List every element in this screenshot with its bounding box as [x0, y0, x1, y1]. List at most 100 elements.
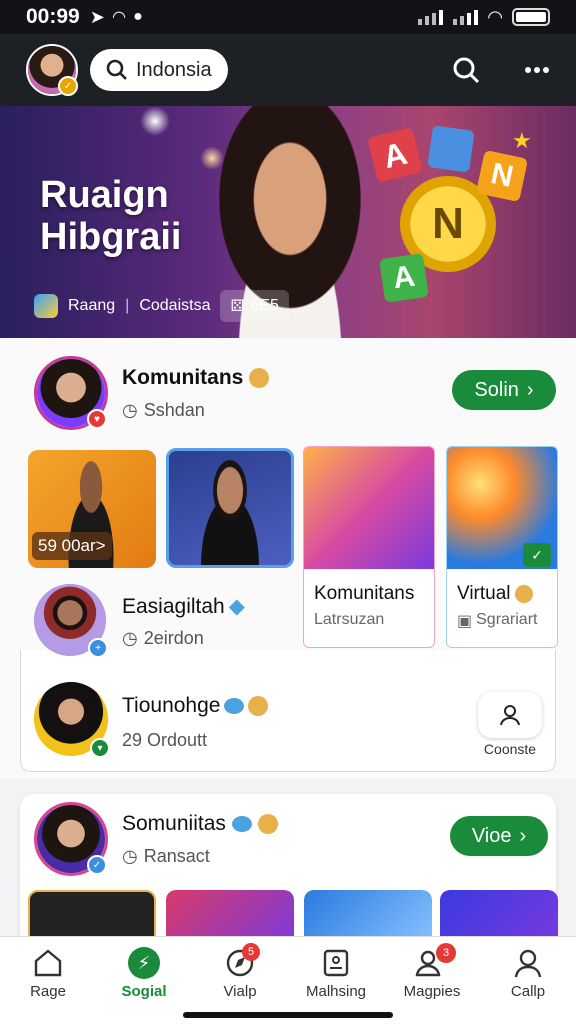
nav-social[interactable]: ⚡ Sogial [96, 937, 192, 1024]
join-button[interactable]: Solin › [452, 370, 556, 410]
separator: | [125, 297, 130, 314]
nav-profile[interactable]: Callp [480, 937, 576, 1024]
tile-image [304, 447, 434, 569]
wifi-icon-right: ◠ [488, 6, 502, 27]
status-bar: 00:99 ➤ ◠ ● ◠ [0, 0, 576, 34]
tile-subtitle: Latrsuzan [314, 611, 385, 628]
letter-block-n: N [475, 149, 529, 203]
price-tag: 59 00ar> [32, 532, 112, 560]
nav-label: Rage [30, 983, 66, 1000]
clock-icon: ◷ [122, 400, 138, 420]
hero-banner[interactable]: N A N A ★ Ruaign Hibgraii Raang | Codais… [0, 106, 576, 338]
heart-badge-icon: ♥ [87, 409, 107, 429]
member-title-row-1: Easiagiltah ◆ [122, 594, 245, 619]
cookie-emoji-icon [249, 368, 270, 388]
community-title-row: Komunitans [122, 366, 270, 390]
thumb-person [185, 459, 275, 565]
message-box-icon [323, 949, 349, 977]
connect-label: Coonste [483, 741, 537, 757]
signal-icon [418, 9, 444, 25]
nav-badge: 5 [242, 943, 260, 961]
cookie-emoji-icon [248, 696, 269, 716]
nav-magpies[interactable]: 3 Magpies [384, 937, 480, 1024]
location-search-pill[interactable]: Indonsia [90, 49, 228, 91]
social-icon: ⚡ [128, 947, 160, 979]
battery-icon [512, 8, 550, 26]
speech-emoji-icon [231, 816, 252, 832]
search-pill-label: Indonsia [136, 58, 212, 81]
search-icon [106, 59, 127, 80]
letter-block-a2: A [379, 253, 429, 303]
tile-subtitle: Sgrariart [476, 611, 538, 628]
video-thumb-2[interactable] [166, 448, 294, 568]
location-arrow-icon: ➤ [89, 6, 105, 27]
community-subtitle-row: ◷ Sshdan [122, 400, 205, 421]
member-name-2: Tiounohge [122, 694, 221, 717]
community-subtitle-2: Ransact [143, 846, 210, 866]
hero-chip-1: Raang [68, 297, 116, 314]
nav-label: Vialp [223, 983, 257, 1000]
person-icon [500, 705, 520, 726]
community-sub-row-2: ◷ Ransact [122, 846, 210, 867]
dice-icon: ⚄ [230, 298, 245, 315]
member-title-row-2: Tiounohge [122, 694, 269, 718]
member-name-1: Easiagiltah [122, 594, 225, 618]
status-time: 00:99 [26, 5, 80, 28]
hero-title-line2: Hibgraii [40, 216, 182, 258]
more-icon[interactable] [524, 66, 550, 74]
nav-label: Malhsing [305, 983, 367, 1000]
nav-badge: 3 [436, 943, 456, 963]
community-avatar[interactable]: ♥ [34, 356, 108, 430]
tile-subtitle-row: ▣ Sgrariart [447, 611, 557, 631]
hero-title-line1: Ruaign [40, 174, 169, 216]
community-tile-2[interactable]: ✓ Virtual ▣ Sgrariart [446, 446, 558, 648]
verified-badge-icon: ✓ [58, 76, 78, 96]
hero-chip-3: 6E5 [250, 297, 279, 314]
plus-badge-icon: + [88, 638, 108, 658]
community-section-2: ✓ Somuniitas ◷ Ransact Vioe › [20, 794, 558, 950]
nav-messaging[interactable]: Malhsing [288, 937, 384, 1024]
diamond-emoji-icon: ◆ [228, 595, 245, 618]
member-avatar-1[interactable]: + [34, 584, 108, 658]
chevron-right-icon: › [526, 378, 534, 401]
member-avatar-2[interactable]: ▾ [34, 682, 110, 758]
member-sub-row-1: ◷ 2eirdon [122, 628, 204, 649]
tile-title: Virtual [457, 583, 511, 604]
check-badge-icon: ▾ [90, 738, 110, 758]
community-subtitle: Sshdan [143, 400, 205, 420]
game-icon [34, 294, 58, 318]
star-icon: ★ [512, 128, 532, 153]
stage-light [140, 106, 170, 136]
view-button-label: Vioe [471, 824, 512, 847]
connect-button[interactable] [478, 692, 542, 738]
community-tile-1[interactable]: Komunitans Latrsuzan [303, 446, 435, 648]
top-bar: ✓ Indonsia [0, 34, 576, 106]
join-button-label: Solin [474, 378, 519, 401]
nav-label: Sogial [121, 983, 167, 1000]
hero-title: Ruaign Hibgraii [40, 174, 181, 258]
home-indicator[interactable] [183, 1012, 393, 1018]
profile-avatar[interactable]: ✓ [26, 44, 78, 96]
speech-emoji-icon [224, 698, 245, 714]
image-icon: ▣ [457, 613, 473, 630]
nav-help[interactable]: 5 Vialp [192, 937, 288, 1024]
search-icon[interactable] [452, 56, 480, 84]
cookie-emoji-icon [257, 814, 278, 834]
view-button[interactable]: Vioe › [450, 816, 548, 856]
nav-label: Callp [510, 983, 546, 1000]
wifi-icon: ◠ [112, 9, 126, 26]
nav-home[interactable]: Rage [0, 937, 96, 1024]
hero-viewer-chip[interactable]: ⚄ 6E5 [220, 290, 289, 322]
member-sub-1: 2eirdon [143, 628, 204, 648]
member-sub-2: 29 Ordoutt [122, 730, 208, 750]
chevron-right-icon: › [519, 824, 527, 847]
home-icon [34, 949, 62, 977]
tile-title-row: Virtual [447, 569, 557, 611]
community-avatar-2[interactable]: ✓ [34, 802, 108, 876]
community-title-2: Somuniitas [122, 812, 226, 835]
photo-block [427, 125, 475, 173]
video-thumb-1[interactable]: 59 00ar> [28, 450, 156, 568]
check-badge-icon: ✓ [87, 855, 107, 875]
hero-meta: Raang | Codaistsa ⚄ 6E5 [34, 290, 289, 322]
check-badge-icon: ✓ [523, 543, 551, 567]
